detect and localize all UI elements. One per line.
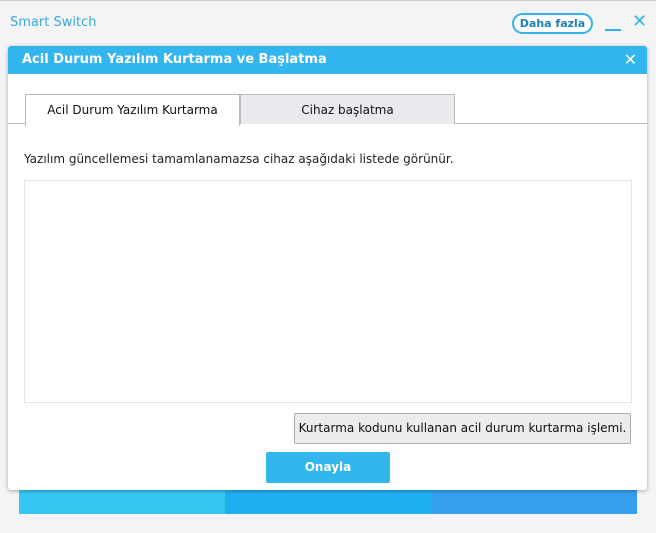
app-title: Smart Switch — [10, 15, 97, 30]
band — [225, 489, 431, 514]
band — [19, 489, 225, 514]
dialog-close-icon[interactable]: ✕ — [624, 46, 637, 74]
recovery-code-button[interactable]: Kurtarma kodunu kullanan acil durum kurt… — [294, 413, 631, 444]
dialog-title: Acil Durum Yazılım Kurtarma ve Başlatma — [22, 52, 327, 67]
tab-device-initialize[interactable]: Cihaz başlatma — [240, 94, 455, 124]
minimize-icon[interactable] — [605, 29, 621, 31]
recovery-dialog: Acil Durum Yazılım Kurtarma ve Başlatma … — [8, 46, 647, 490]
device-list[interactable] — [24, 180, 632, 403]
tab-emergency-recovery[interactable]: Acil Durum Yazılım Kurtarma — [25, 94, 240, 126]
more-button[interactable]: Daha fazla — [512, 13, 593, 34]
confirm-button[interactable]: Onayla — [266, 452, 390, 483]
dialog-header: Acil Durum Yazılım Kurtarma ve Başlatma … — [8, 46, 647, 74]
close-icon[interactable]: ✕ — [632, 13, 647, 31]
background-bands — [19, 489, 637, 514]
info-text: Yazılım güncellemesi tamamlanamazsa ciha… — [24, 152, 454, 166]
band — [431, 489, 637, 514]
tab-bar: Acil Durum Yazılım Kurtarma Cihaz başlat… — [8, 94, 647, 126]
